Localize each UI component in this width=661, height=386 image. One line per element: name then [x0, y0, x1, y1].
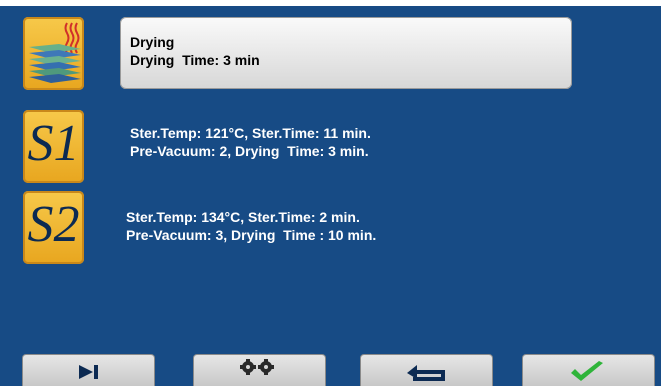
drying-title: Drying [130, 34, 175, 50]
s2-program-info: Ster.Temp: 134°C, Ster.Time: 2 min. Pre-… [126, 208, 376, 244]
skip-forward-button[interactable] [22, 354, 155, 386]
drying-time: Drying Time: 3 min [130, 52, 260, 68]
s2-line-2: Pre-Vacuum: 3, Drying Time : 10 min. [126, 227, 377, 243]
s1-line-2: Pre-Vacuum: 2, Drying Time: 3 min. [130, 143, 369, 159]
skip-forward-icon [79, 365, 98, 379]
return-button[interactable] [360, 354, 493, 386]
s1-line-1: Ster.Temp: 121°C, Ster.Time: 11 min. [130, 125, 371, 141]
checkmark-icon [571, 361, 603, 381]
settings-button[interactable] [193, 354, 326, 386]
drying-program-button[interactable]: Drying Drying Time: 3 min [120, 17, 572, 89]
s1-program-info: Ster.Temp: 121°C, Ster.Time: 11 min. Pre… [130, 124, 371, 160]
confirm-button[interactable] [522, 354, 655, 386]
return-arrow-icon [407, 365, 445, 381]
s2-program-icon: S2 [27, 196, 80, 253]
s2-line-1: Ster.Temp: 134°C, Ster.Time: 2 min. [126, 209, 360, 225]
s2-program-button[interactable]: S2 [23, 191, 84, 264]
drying-program-icon[interactable] [23, 17, 84, 90]
drying-icon [29, 22, 81, 83]
settings-gears-icon [240, 359, 274, 375]
drying-program-text: Drying Drying Time: 3 min [130, 33, 260, 69]
top-edge [0, 0, 661, 6]
s1-program-icon: S1 [27, 115, 80, 172]
s1-program-button[interactable]: S1 [23, 110, 84, 183]
